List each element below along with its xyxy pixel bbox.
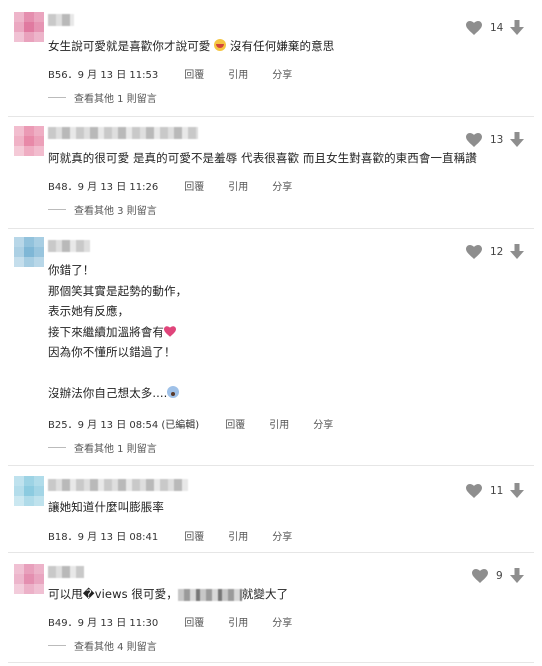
comment-meta: B48．9 月 13 日 11:26 回覆 引用 分享 [48, 178, 292, 193]
comment-divider [8, 228, 534, 229]
comment-meta: B25．9 月 13 日 08:54 (已編輯) 回覆 引用 分享 [48, 416, 333, 431]
heart-emoji-icon [164, 325, 176, 337]
comment-divider [8, 552, 534, 553]
arrow-down-icon[interactable] [510, 244, 524, 259]
heart-icon[interactable] [466, 244, 482, 259]
view-more-replies[interactable]: 查看其他 1 則留言 [48, 90, 157, 105]
quote-button[interactable]: 引用 [269, 416, 289, 431]
comment-text: 讓她知道什麼叫膨脹率 [48, 500, 164, 514]
comment-divider [8, 465, 534, 466]
vote-group: 13 [466, 132, 524, 147]
arrow-down-icon[interactable] [510, 483, 524, 498]
view-more-replies[interactable]: 查看其他 3 則留言 [48, 202, 157, 217]
heart-icon[interactable] [466, 20, 482, 35]
quote-button[interactable]: 引用 [228, 178, 248, 193]
share-button[interactable]: 分享 [272, 178, 292, 193]
comment-text: 你錯了！ 那個笑其實是起勢的動作， 表示她有反應， 接下來繼續加溫將會有 因為你… [48, 263, 188, 400]
floor-time: B48．9 月 13 日 11:26 [48, 182, 159, 193]
divider-line [48, 209, 66, 210]
like-count: 11 [490, 484, 504, 497]
avatar[interactable] [14, 12, 44, 42]
avatar[interactable] [14, 126, 44, 156]
arrow-down-icon[interactable] [510, 568, 524, 583]
heart-icon[interactable] [466, 132, 482, 147]
floor-time: B56．9 月 13 日 11:53 [48, 70, 159, 81]
divider-line [48, 97, 66, 98]
vote-group: 11 [466, 483, 524, 498]
censored-text [177, 588, 242, 601]
reply-button[interactable]: 回覆 [184, 66, 204, 81]
grinning-emoji-icon [214, 39, 227, 51]
like-count: 13 [490, 133, 504, 146]
divider-line [48, 645, 66, 646]
divider-line [48, 447, 66, 448]
comment-text: 阿就真的很可愛 是真的可愛不是羞辱 代表很喜歡 而且女生對喜歡的東西會一直稱讚 [48, 151, 477, 165]
share-button[interactable]: 分享 [272, 528, 292, 543]
comment-text: 女生說可愛就是喜歡你才說可愛 沒有任何嫌棄的意思 [48, 39, 335, 53]
quote-button[interactable]: 引用 [228, 614, 248, 629]
like-count: 12 [490, 245, 504, 258]
comment-meta: B18．9 月 13 日 08:41 回覆 引用 分享 [48, 528, 292, 543]
view-more-replies[interactable]: 查看其他 1 則留言 [48, 440, 157, 455]
comment-divider [8, 116, 534, 117]
heart-icon[interactable] [466, 483, 482, 498]
reply-button[interactable]: 回覆 [184, 528, 204, 543]
comment-divider [8, 662, 534, 663]
username-blurred[interactable] [48, 566, 84, 578]
reply-button[interactable]: 回覆 [184, 178, 204, 193]
floor-time: B18．9 月 13 日 08:41 [48, 532, 159, 543]
vote-group: 9 [472, 568, 524, 583]
share-button[interactable]: 分享 [272, 66, 292, 81]
quote-button[interactable]: 引用 [228, 66, 248, 81]
vote-group: 12 [466, 244, 524, 259]
username-blurred[interactable] [48, 14, 74, 26]
arrow-down-icon[interactable] [510, 20, 524, 35]
floor-time: B25．9 月 13 日 08:54 (已編輯) [48, 420, 200, 431]
comment-meta: B56．9 月 13 日 11:53 回覆 引用 分享 [48, 66, 292, 81]
quote-button[interactable]: 引用 [228, 528, 248, 543]
avatar[interactable] [14, 237, 44, 267]
like-count: 14 [490, 21, 504, 34]
heart-icon[interactable] [472, 568, 488, 583]
username-blurred[interactable] [48, 479, 188, 491]
comment-text: 可以甩�views 很可愛， 就變大了 [48, 587, 289, 601]
like-count: 9 [496, 569, 503, 582]
scream-emoji-icon [167, 386, 180, 398]
comment-meta: B49．9 月 13 日 11:30 回覆 引用 分享 [48, 614, 292, 629]
avatar[interactable] [14, 564, 44, 594]
floor-time: B49．9 月 13 日 11:30 [48, 618, 159, 629]
share-button[interactable]: 分享 [313, 416, 333, 431]
view-more-replies[interactable]: 查看其他 4 則留言 [48, 638, 157, 653]
username-blurred[interactable] [48, 127, 198, 139]
reply-button[interactable]: 回覆 [184, 614, 204, 629]
share-button[interactable]: 分享 [272, 614, 292, 629]
reply-button[interactable]: 回覆 [225, 416, 245, 431]
arrow-down-icon[interactable] [510, 132, 524, 147]
avatar[interactable] [14, 476, 44, 506]
vote-group: 14 [466, 20, 524, 35]
username-blurred[interactable] [48, 240, 90, 252]
